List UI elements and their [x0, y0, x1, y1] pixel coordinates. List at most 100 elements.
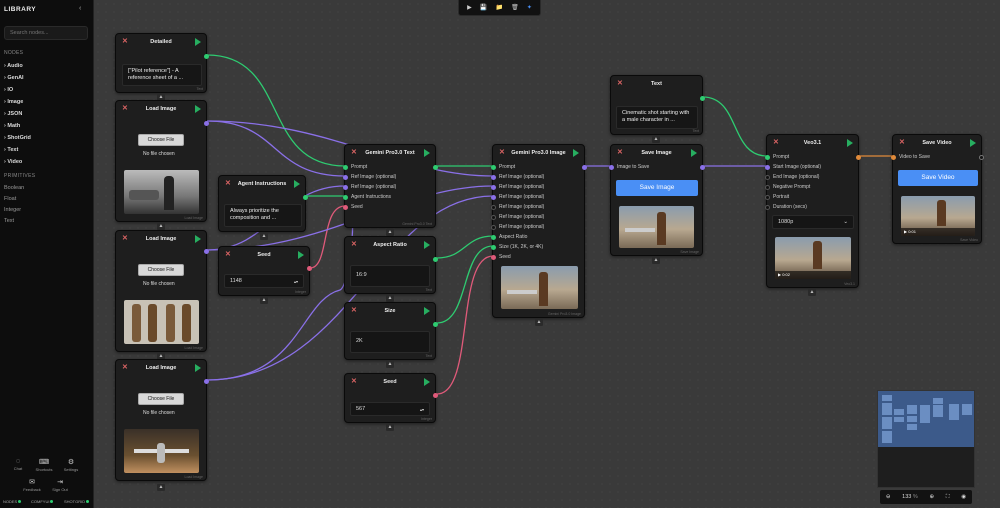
video-preview[interactable]: ▶ 0:01 — [901, 196, 975, 236]
folder-icon[interactable]: 📁 — [495, 4, 502, 11]
collapse-chevron-icon[interactable]: ▲ — [386, 295, 394, 302]
prompt-textarea[interactable]: Cinematic shot starting with a male char… — [616, 106, 698, 129]
play-icon[interactable] — [424, 149, 430, 157]
input-port-agent-instructions[interactable]: Agent Instructions — [343, 194, 391, 200]
input-port-portrait[interactable]: Portrait — [765, 194, 789, 200]
collapse-chevron-icon[interactable]: ▲ — [535, 319, 543, 326]
fit-view-icon[interactable]: ⛶ — [946, 494, 950, 501]
collapse-chevron-icon[interactable]: ▲ — [808, 289, 816, 296]
node-size[interactable]: ✕ Size 2K Text — [344, 302, 438, 360]
node-veo[interactable]: ✕ Veo3.1 Prompt Start Image (optional) En… — [765, 134, 861, 288]
choose-file-button[interactable]: Choose File — [138, 393, 184, 405]
node-detailed[interactable]: ✕ Detailed ["Pilot reference"] - A refere… — [115, 33, 209, 93]
close-icon[interactable]: ✕ — [617, 148, 623, 156]
instructions-textarea[interactable]: Always prioritize the composition and ..… — [224, 204, 302, 227]
close-icon[interactable]: ✕ — [225, 250, 231, 258]
close-icon[interactable]: ✕ — [122, 234, 128, 242]
run-icon[interactable]: ▶ — [467, 4, 472, 11]
output-port[interactable] — [307, 266, 312, 271]
choose-file-button[interactable]: Choose File — [138, 134, 184, 146]
collapse-chevron-icon[interactable]: ▲ — [652, 257, 660, 264]
output-port[interactable] — [433, 393, 438, 398]
input-port-aspect-ratio[interactable]: Aspect Ratio — [491, 234, 527, 240]
close-icon[interactable]: ✕ — [773, 138, 779, 146]
output-port[interactable] — [204, 249, 209, 254]
node-load-image-2[interactable]: ✕ Load Image Choose File No file chosen L… — [115, 230, 209, 352]
input-port-ref-image[interactable]: Ref Image (optional) — [491, 194, 544, 200]
output-port[interactable] — [856, 155, 861, 160]
input-port-ref-image[interactable]: Ref Image (optional) — [491, 204, 544, 210]
node-seed-2[interactable]: ✕ Seed 567 ▴▾ Integer — [344, 373, 438, 423]
output-port[interactable] — [433, 322, 438, 327]
node-text[interactable]: ✕ Text Cinematic shot starting with a mal… — [610, 75, 705, 135]
sparkle-icon[interactable]: ✦ — [527, 4, 532, 11]
close-icon[interactable]: ✕ — [122, 363, 128, 371]
node-aspect-ratio[interactable]: ✕ Aspect Ratio 16:9 Text — [344, 236, 438, 294]
input-port-start-image[interactable]: Start Image (optional) — [765, 164, 821, 170]
save-icon[interactable]: 💾 — [480, 4, 487, 11]
input-port-image-to-save[interactable]: Image to Save — [609, 164, 649, 170]
input-port-ref-image[interactable]: Ref Image (optional) — [491, 184, 544, 190]
node-gemini-text[interactable]: ✕ Gemini Pro3.0 Text Prompt Ref Image (op… — [343, 144, 438, 228]
collapse-chevron-icon[interactable]: ▲ — [386, 361, 394, 368]
node-seed-1[interactable]: ✕ Seed 1148 ▴▾ Integer — [218, 246, 312, 296]
close-icon[interactable]: ✕ — [351, 148, 357, 156]
input-port-end-image[interactable]: End Image (optional) — [765, 174, 819, 180]
prompt-textarea[interactable]: ["Pilot reference"] - A reference sheet … — [122, 64, 202, 86]
save-video-button[interactable]: Save Video — [898, 170, 978, 186]
seed-input[interactable]: 1148 ▴▾ — [224, 274, 304, 288]
input-port-seed[interactable]: Seed — [491, 254, 511, 260]
play-icon[interactable] — [424, 241, 430, 249]
input-port-negative-prompt[interactable]: Negative Prompt — [765, 184, 810, 190]
collapse-chevron-icon[interactable]: ▲ — [157, 484, 165, 491]
close-icon[interactable]: ✕ — [351, 306, 357, 314]
input-port-ref-image[interactable]: Ref Image (optional) — [343, 174, 396, 180]
input-port-ref-image[interactable]: Ref Image (optional) — [491, 214, 544, 220]
play-icon[interactable] — [847, 139, 853, 147]
node-gemini-image[interactable]: ✕ Gemini Pro3.0 Image Prompt Ref Image (o… — [491, 144, 587, 318]
node-load-image-1[interactable]: ✕ Load Image Choose File No file chosen L… — [115, 100, 209, 222]
play-icon[interactable] — [195, 105, 201, 113]
zoom-out-icon[interactable]: ⊖ — [886, 494, 891, 500]
output-port[interactable] — [433, 165, 438, 170]
output-port[interactable] — [700, 165, 705, 170]
collapse-chevron-icon[interactable]: ▲ — [386, 424, 394, 431]
save-image-button[interactable]: Save Image — [616, 180, 698, 196]
zoom-in-icon[interactable]: ⊕ — [929, 494, 934, 500]
trash-icon[interactable]: 🗑 — [511, 4, 519, 11]
collapse-chevron-icon[interactable]: ▲ — [157, 223, 165, 230]
play-icon[interactable] — [294, 180, 300, 188]
size-input[interactable]: 2K — [350, 331, 430, 353]
collapse-chevron-icon[interactable]: ▲ — [652, 136, 660, 143]
play-icon[interactable] — [298, 251, 304, 259]
close-icon[interactable]: ✕ — [122, 104, 128, 112]
play-icon[interactable] — [195, 364, 201, 372]
output-port[interactable] — [204, 121, 209, 126]
stepper-icon[interactable]: ▴▾ — [420, 403, 424, 416]
video-controls[interactable]: ▶ 0:02 — [775, 271, 851, 279]
aspect-ratio-input[interactable]: 16:9 — [350, 265, 430, 287]
collapse-chevron-icon[interactable]: ▲ — [260, 233, 268, 240]
video-preview[interactable]: ▶ 0:02 — [775, 237, 851, 279]
close-icon[interactable]: ✕ — [351, 377, 357, 385]
collapse-chevron-icon[interactable]: ▲ — [260, 297, 268, 304]
collapse-chevron-icon[interactable]: ▲ — [386, 229, 394, 236]
stepper-icon[interactable]: ▴▾ — [294, 275, 298, 288]
input-port-prompt[interactable]: Prompt — [343, 164, 367, 170]
node-save-video[interactable]: ✕ Save Video Video to Save Save Video ▶ 0… — [891, 134, 984, 244]
output-port[interactable] — [204, 54, 209, 59]
output-port[interactable] — [204, 379, 209, 384]
node-load-image-3[interactable]: ✕ Load Image Choose File No file chosen L… — [115, 359, 209, 481]
play-icon[interactable] — [195, 235, 201, 243]
output-port[interactable] — [979, 155, 984, 160]
play-icon[interactable] — [424, 307, 430, 315]
close-icon[interactable]: ✕ — [351, 240, 357, 248]
resolution-select[interactable]: 1080p ⌄ — [772, 215, 854, 229]
zoom-level[interactable]: 133 % — [902, 494, 918, 500]
input-port-video-to-save[interactable]: Video to Save — [891, 154, 930, 160]
node-save-image[interactable]: ✕ Save Image Image to Save Save Image Sav… — [609, 144, 705, 256]
play-icon[interactable] — [424, 378, 430, 386]
input-port-seed[interactable]: Seed — [343, 204, 363, 210]
output-port[interactable] — [433, 257, 438, 262]
node-agent-instructions[interactable]: ✕ Agent Instructions Always prioritize th… — [218, 175, 308, 232]
